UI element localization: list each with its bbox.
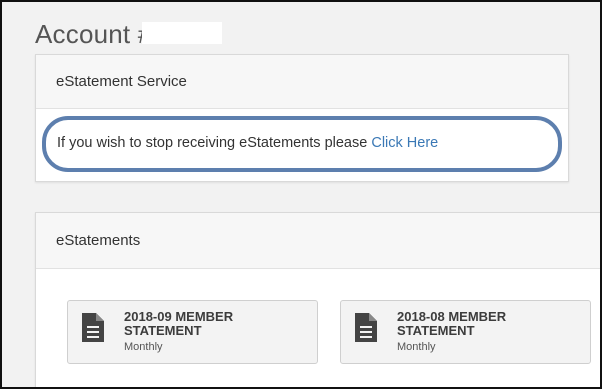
statement-card[interactable]: 2018-09 MEMBER STATEMENT Monthly xyxy=(67,300,318,364)
page-title: Account # xyxy=(35,19,153,49)
statement-title: 2018-09 MEMBER STATEMENT xyxy=(124,309,234,338)
click-here-link[interactable]: Click Here xyxy=(371,135,438,151)
service-panel-body: If you wish to stop receiving eStatement… xyxy=(36,109,568,181)
statement-frequency: Monthly xyxy=(124,341,163,353)
panel-heading-estatements: eStatements xyxy=(36,213,600,269)
stop-message-text: If you wish to stop receiving eStatement… xyxy=(57,135,372,151)
document-icon xyxy=(355,313,377,342)
stop-message: If you wish to stop receiving eStatement… xyxy=(57,135,438,151)
statement-frequency: Monthly xyxy=(397,341,436,353)
statement-card[interactable]: 2018-08 MEMBER STATEMENT Monthly xyxy=(340,300,591,364)
document-icon xyxy=(82,313,104,342)
app-window: Account # eStatement Service If you wish… xyxy=(0,0,602,389)
statement-title: 2018-08 MEMBER STATEMENT xyxy=(397,309,507,338)
estatement-service-panel: eStatement Service If you wish to stop r… xyxy=(35,54,569,182)
panel-heading-estatement-service: eStatement Service xyxy=(36,55,568,109)
account-number-redaction xyxy=(142,22,222,44)
